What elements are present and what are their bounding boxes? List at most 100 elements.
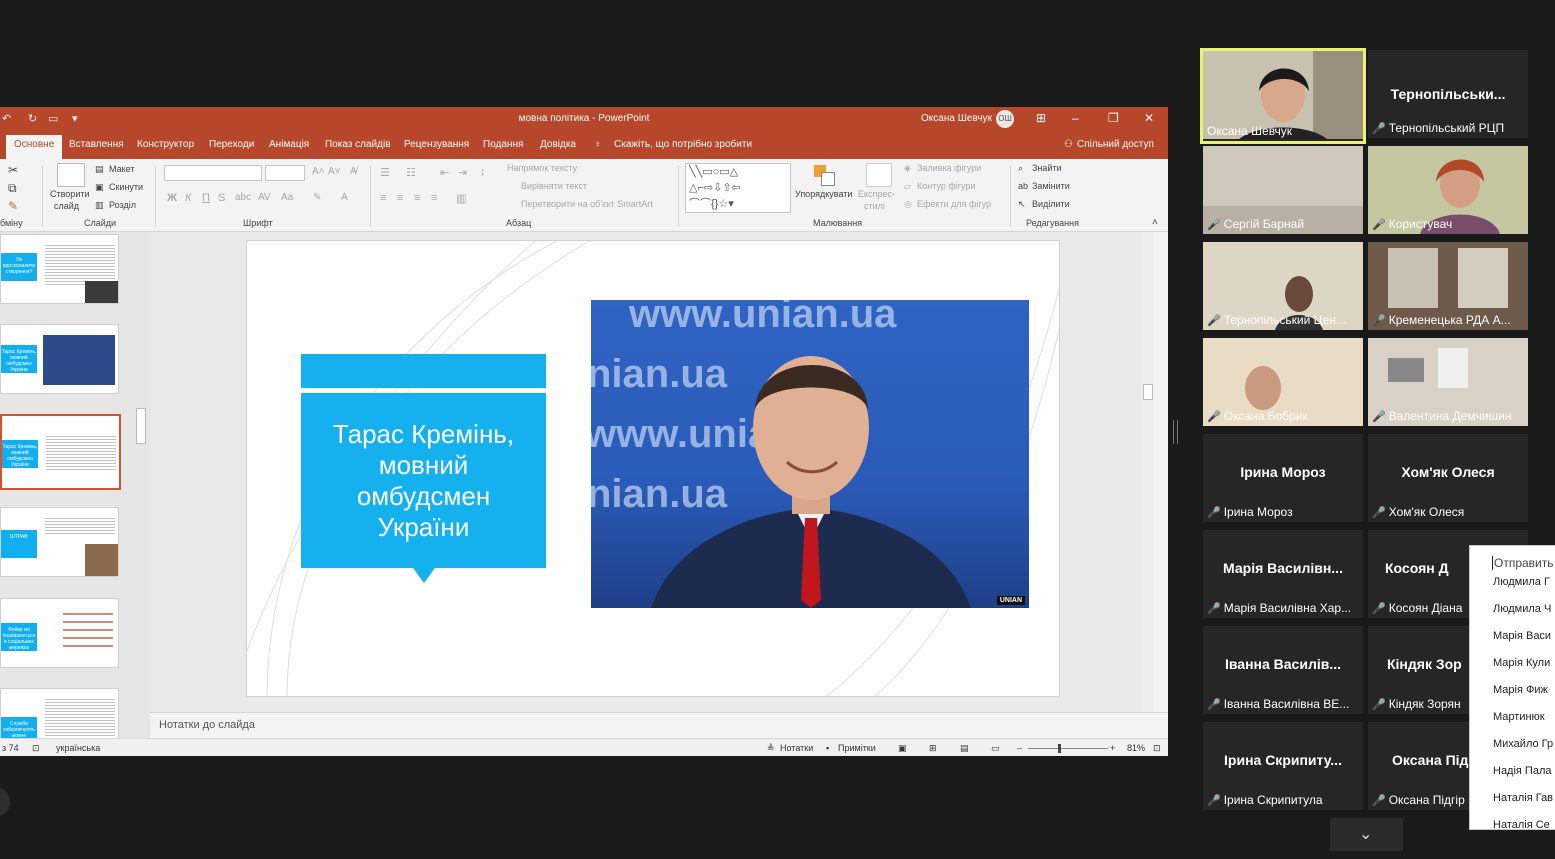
slideshow-view-icon[interactable]: ▭ bbox=[991, 743, 1000, 754]
font-size-combo[interactable] bbox=[265, 165, 305, 181]
scroll-thumb[interactable] bbox=[136, 408, 146, 444]
tab-transitions[interactable]: Переходи bbox=[209, 139, 254, 150]
select-button[interactable]: Виділити bbox=[1032, 199, 1070, 209]
tell-me-search[interactable]: Скажіть, що потрібно зробити bbox=[614, 139, 752, 150]
zoom-slider-thumb[interactable] bbox=[1058, 744, 1061, 753]
font-color-icon[interactable]: A bbox=[341, 192, 348, 203]
zoom-out-icon[interactable]: – bbox=[1017, 743, 1022, 753]
participant-tile[interactable]: Ірина Мороз 🎤 Ірина Мороз bbox=[1203, 434, 1363, 522]
reset-button[interactable]: Скинути bbox=[109, 182, 143, 192]
section-button[interactable]: Розділ bbox=[109, 200, 136, 210]
new-slide-icon[interactable] bbox=[57, 163, 85, 187]
decrease-indent-icon[interactable]: ⇤ bbox=[440, 166, 449, 179]
new-slide-label-2[interactable]: слайд bbox=[54, 201, 79, 211]
arrange-button[interactable]: Упорядкувати bbox=[795, 189, 852, 199]
highlight-icon[interactable]: ✎ bbox=[313, 192, 321, 203]
current-slide[interactable]: Тарас Кремінь, мовний омбудсмен України … bbox=[246, 240, 1060, 697]
participant-tile[interactable]: Іванна Василів... 🎤 Іванна Василівна ВЕ..… bbox=[1203, 626, 1363, 714]
recipient-item[interactable]: Людмила Г bbox=[1493, 576, 1550, 588]
arrange-icon[interactable] bbox=[812, 163, 838, 186]
user-name[interactable]: Оксана Шевчук bbox=[921, 113, 992, 124]
cut-icon[interactable]: ✂ bbox=[8, 163, 18, 177]
participant-tile[interactable]: Тернопільськи... 🎤 Тернопільський РЦП bbox=[1368, 50, 1528, 138]
participant-tile[interactable]: Марія Василівн... 🎤 Марія Василівна Хар..… bbox=[1203, 530, 1363, 618]
format-painter-icon[interactable]: ✎ bbox=[8, 199, 18, 213]
language-indicator[interactable]: українська bbox=[56, 743, 100, 753]
shape-fill-button[interactable]: Заливка фігури bbox=[917, 163, 981, 173]
text-direction-button[interactable]: Напрямок тексту bbox=[507, 163, 577, 173]
chat-recipient-dropdown[interactable]: Отправить Людмила Г Людмила Ч Марія Васи… bbox=[1469, 545, 1555, 830]
participant-tile[interactable]: Ірина Скрипиту... 🎤 Ірина Скрипитула bbox=[1203, 722, 1363, 810]
replace-button[interactable]: Замінити bbox=[1032, 181, 1070, 191]
new-slide-label-1[interactable]: Створити bbox=[50, 189, 90, 199]
slide-thumbnail[interactable]: Тарас Кремінь, мовний омбудсмен України bbox=[0, 324, 119, 394]
recipient-item[interactable]: Людмила Ч bbox=[1493, 603, 1551, 615]
find-button[interactable]: Знайти bbox=[1032, 163, 1062, 173]
zoom-slider[interactable] bbox=[1028, 744, 1108, 753]
notes-pane[interactable]: Нотатки до слайда bbox=[150, 712, 1168, 739]
bold-icon[interactable]: Ж bbox=[167, 192, 177, 204]
italic-icon[interactable]: К bbox=[185, 192, 191, 204]
align-center-icon[interactable]: ≡ bbox=[397, 192, 403, 204]
strikethrough-icon[interactable]: abc bbox=[235, 192, 251, 203]
thumbnail-scrollbar[interactable] bbox=[134, 232, 146, 738]
numbering-icon[interactable]: ☷ bbox=[406, 166, 416, 179]
slide-title[interactable]: Тарас Кремінь, мовний омбудсмен України bbox=[324, 419, 524, 543]
tab-design[interactable]: Конструктор bbox=[137, 139, 194, 150]
columns-icon[interactable]: ▥ bbox=[456, 192, 466, 205]
close-button[interactable]: ✕ bbox=[1144, 111, 1154, 125]
slide-editor[interactable]: Тарас Кремінь, мовний омбудсмен України … bbox=[150, 232, 1153, 712]
editor-scrollbar[interactable] bbox=[1141, 232, 1153, 712]
slide-thumbnails-pane[interactable]: Як вдосконалити створення? Тарас Кремінь… bbox=[0, 232, 150, 738]
title-box[interactable]: Тарас Кремінь, мовний омбудсмен України bbox=[301, 393, 546, 568]
normal-view-icon[interactable]: ▣ bbox=[898, 743, 907, 754]
quick-styles-label-1[interactable]: Експрес- bbox=[858, 189, 895, 199]
slide-thumbnail[interactable]: Служби забезпечують мовне законодавство bbox=[0, 688, 119, 738]
recipient-item[interactable]: Наталія Се bbox=[1493, 819, 1550, 829]
font-shrink-icon[interactable]: A˅ bbox=[328, 166, 341, 177]
slide-thumbnail[interactable]: Як вдосконалити створення? bbox=[0, 234, 119, 304]
shapes-gallery[interactable]: ╲╲▭○▭△ △⌐⇨⇩⇧⇦ ⌒⌒{}☆▾ bbox=[685, 163, 791, 213]
avatar[interactable]: ОШ bbox=[996, 110, 1014, 128]
participant-tile[interactable]: 🎤 Оксана Бобрик bbox=[1203, 338, 1363, 426]
align-right-icon[interactable]: ≡ bbox=[414, 192, 420, 204]
reading-view-icon[interactable]: ▤ bbox=[960, 743, 969, 754]
tab-insert[interactable]: Вставлення bbox=[69, 139, 124, 150]
tab-home[interactable]: Основне bbox=[6, 135, 63, 159]
zoom-level[interactable]: 81% bbox=[1127, 743, 1145, 753]
spellcheck-icon[interactable]: ⊡ bbox=[32, 743, 40, 754]
collapse-ribbon-icon[interactable]: ˄ bbox=[1152, 217, 1158, 228]
shadow-icon[interactable]: S bbox=[218, 192, 225, 204]
participant-tile[interactable]: 🎤 Тернопільський Цен... bbox=[1203, 242, 1363, 330]
quick-styles-label-2[interactable]: стилі bbox=[864, 201, 885, 211]
increase-indent-icon[interactable]: ⇥ bbox=[458, 166, 467, 179]
participant-tile[interactable]: Хом'як Олеся 🎤 Хом'як Олеся bbox=[1368, 434, 1528, 522]
shape-effects-button[interactable]: Ефекти для фігур bbox=[917, 199, 991, 209]
copy-icon[interactable]: ⧉ bbox=[8, 181, 17, 196]
tab-slideshow[interactable]: Показ слайдів bbox=[325, 139, 391, 150]
change-case-icon[interactable]: Aa bbox=[281, 192, 293, 203]
minimize-button[interactable]: – bbox=[1072, 111, 1079, 125]
recipient-item[interactable]: Марія Васи bbox=[1493, 630, 1551, 642]
tab-review[interactable]: Рецензування bbox=[404, 139, 469, 150]
gallery-scroll-down-button[interactable]: ⌄ bbox=[1330, 818, 1403, 851]
layout-button[interactable]: Макет bbox=[109, 164, 134, 174]
participant-tile[interactable]: 🎤 Кременецька РДА А... bbox=[1368, 242, 1528, 330]
bullets-icon[interactable]: ☰ bbox=[380, 166, 390, 179]
zoom-in-icon[interactable]: + bbox=[1110, 743, 1115, 753]
floating-control[interactable] bbox=[0, 788, 10, 816]
font-grow-icon[interactable]: A˄ bbox=[312, 166, 325, 177]
participant-tile[interactable]: 🎤 Сергій Барнай bbox=[1203, 146, 1363, 234]
quick-styles-icon[interactable] bbox=[866, 163, 892, 187]
smartart-button[interactable]: Перетворити на об'єкт SmartArt bbox=[521, 199, 653, 209]
tab-view[interactable]: Подання bbox=[483, 139, 523, 150]
shape-outline-button[interactable]: Контур фігури bbox=[917, 181, 975, 191]
align-text-button[interactable]: Вирівняти текст bbox=[521, 181, 587, 191]
char-spacing-icon[interactable]: AV bbox=[258, 192, 271, 203]
justify-icon[interactable]: ≡ bbox=[431, 192, 437, 204]
slide-sorter-icon[interactable]: ⊞ bbox=[929, 743, 937, 754]
slide-thumbnail[interactable]: Фейки які поширюються в соціальних мереж… bbox=[0, 598, 119, 668]
recipient-item[interactable]: Михайло Гр bbox=[1493, 738, 1553, 750]
chat-search-input[interactable]: Отправить bbox=[1494, 556, 1554, 570]
align-left-icon[interactable]: ≡ bbox=[380, 192, 386, 204]
